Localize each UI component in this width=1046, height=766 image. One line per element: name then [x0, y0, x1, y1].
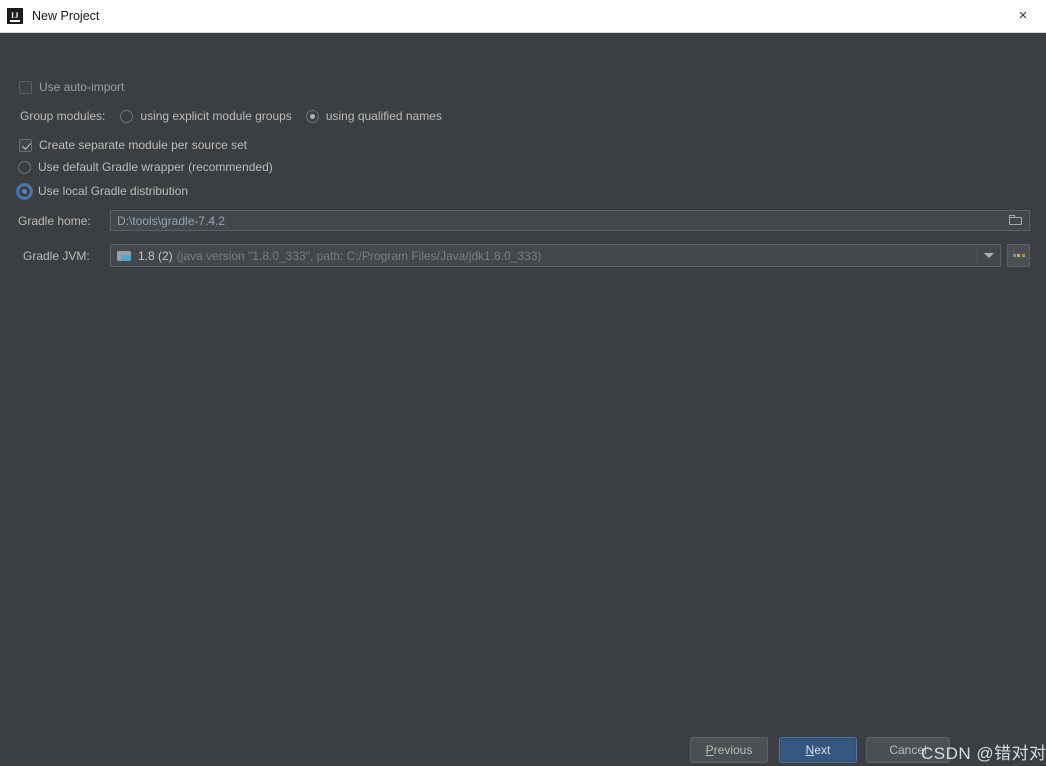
next-suffix: ext — [814, 743, 831, 757]
jdk-icon — [117, 250, 132, 262]
radio-using-explicit-module-groups[interactable] — [120, 109, 134, 123]
use-local-gradle-distribution-radio[interactable] — [18, 184, 31, 198]
create-separate-module-label: Create separate module per source set — [39, 138, 248, 152]
next-button-label: Next — [806, 743, 831, 757]
use-default-gradle-wrapper-label: Use default Gradle wrapper (recommended) — [38, 160, 273, 174]
group-modules-label: Group modules: — [20, 109, 106, 123]
cancel-button-label: Cancel — [889, 743, 927, 757]
window-titlebar: IJ New Project × — [0, 0, 1046, 33]
gradle-jvm-browse-button[interactable] — [1007, 244, 1030, 267]
gradle-home-input[interactable]: D:\tools\gradle-7.4.2 — [110, 210, 1030, 231]
gradle-jvm-label-wrap: Gradle JVM: — [23, 249, 90, 263]
chevron-down-icon[interactable] — [977, 245, 1000, 266]
previous-mnemonic: P — [705, 743, 714, 757]
close-icon[interactable]: × — [1000, 0, 1046, 31]
gradle-jvm-value: 1.8 (2) — [138, 248, 173, 263]
window-title: New Project — [32, 9, 100, 23]
create-separate-module-row[interactable]: Create separate module per source set — [19, 138, 247, 152]
gradle-jvm-label: Gradle JVM: — [23, 249, 90, 263]
gradle-home-label: Gradle home: — [18, 214, 91, 228]
group-modules-row: Group modules: using explicit module gro… — [20, 109, 442, 123]
ellipsis-dot-2 — [1017, 254, 1020, 257]
use-default-gradle-wrapper-row[interactable]: Use default Gradle wrapper (recommended) — [18, 160, 273, 174]
gradle-home-value: D:\tools\gradle-7.4.2 — [117, 213, 226, 228]
cancel-button[interactable]: Cancel — [866, 737, 950, 763]
intellij-idea-icon: IJ — [7, 8, 23, 24]
use-local-gradle-distribution-label: Use local Gradle distribution — [38, 184, 189, 198]
gradle-jvm-value-detail: (java version "1.8.0_333", path: C:/Prog… — [176, 248, 542, 263]
radio-label-using-explicit-module-groups: using explicit module groups — [140, 109, 292, 123]
ellipsis-dot-1 — [1012, 254, 1016, 257]
ellipsis-dot-3 — [1021, 254, 1025, 257]
next-button[interactable]: Next — [779, 737, 857, 763]
previous-button[interactable]: Previous — [690, 737, 768, 763]
gradle-home-label-wrap: Gradle home: — [18, 214, 91, 228]
use-auto-import-label: Use auto-import — [39, 80, 125, 94]
use-auto-import-checkbox[interactable] — [19, 80, 32, 94]
gradle-jvm-dropdown[interactable]: 1.8 (2) (java version "1.8.0_333", path:… — [110, 244, 1001, 267]
radio-label-using-qualified-names: using qualified names — [325, 109, 442, 123]
previous-suffix: revious — [713, 743, 753, 757]
radio-using-qualified-names[interactable] — [305, 109, 319, 123]
use-auto-import-row[interactable]: Use auto-import — [19, 80, 124, 94]
new-project-dialog-body: Use auto-import Group modules: using exp… — [0, 33, 1046, 766]
use-local-gradle-distribution-row[interactable]: Use local Gradle distribution — [18, 184, 188, 198]
use-default-gradle-wrapper-radio[interactable] — [18, 160, 31, 174]
previous-button-label: Previous — [706, 743, 753, 757]
folder-icon[interactable] — [1009, 215, 1023, 226]
gradle-jvm-value-wrap: 1.8 (2) (java version "1.8.0_333", path:… — [111, 249, 977, 263]
create-separate-module-checkbox[interactable] — [19, 138, 32, 152]
